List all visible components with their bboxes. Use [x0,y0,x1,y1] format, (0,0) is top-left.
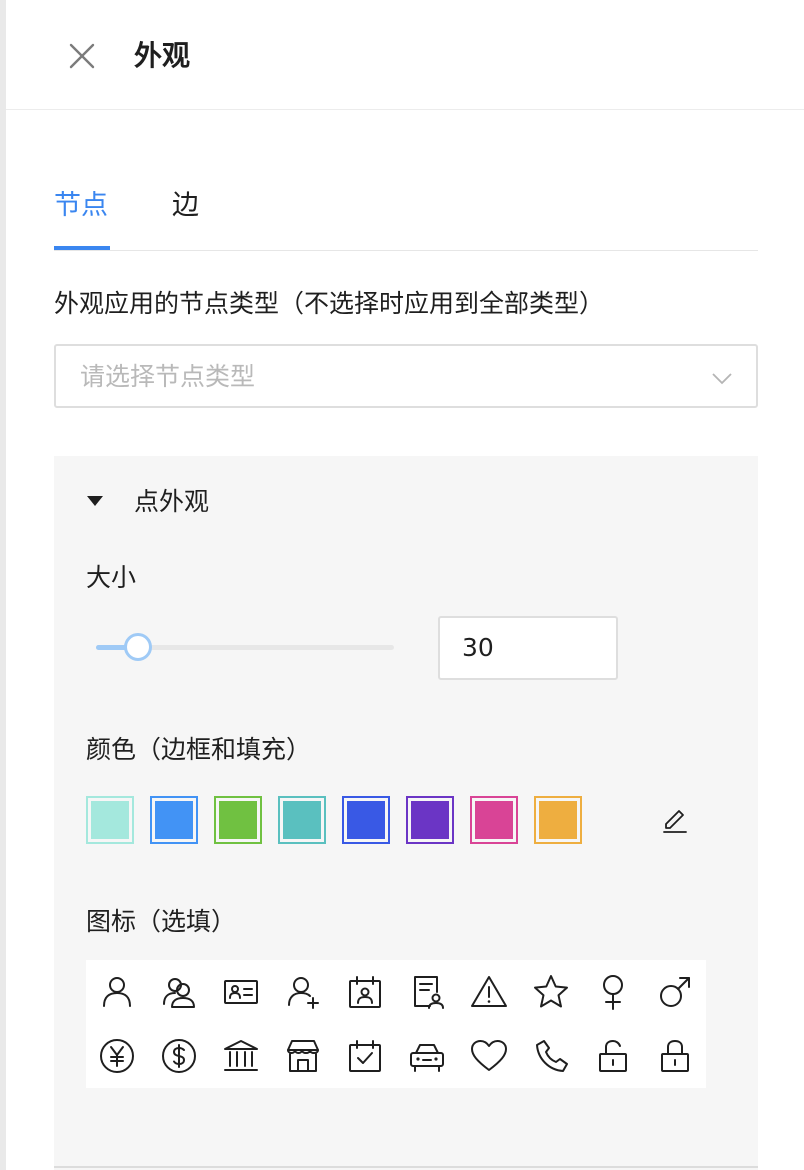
user-group-icon [163,978,195,1008]
document-user-icon [414,976,444,1009]
color-swatch-fill [475,801,513,839]
size-slider[interactable] [96,632,394,662]
caret-down-icon[interactable] [86,492,104,510]
color-swatch[interactable] [150,796,198,844]
lock-icon [661,1040,689,1072]
icon-option[interactable] [210,1024,272,1088]
tab-node[interactable]: 节点 [54,186,108,226]
size-label: 大小 [86,563,137,592]
icon-option[interactable] [458,1024,520,1088]
car-icon [410,1044,444,1072]
icon-option[interactable] [86,960,148,1024]
active-tab-indicator [54,246,110,250]
node-type-select[interactable]: 请选择节点类型 [54,344,758,408]
unlock-icon [599,1040,627,1072]
icon-option[interactable] [334,1024,396,1088]
icon-option[interactable] [396,1024,458,1088]
icon-option[interactable] [272,1024,334,1088]
color-swatch-fill [347,801,385,839]
section-divider [54,1166,758,1168]
icon-option[interactable] [86,1024,148,1088]
tab-bar: 节点 边 [54,160,758,251]
slider-handle[interactable] [123,633,152,661]
user-icon [103,977,131,1007]
panel-title: 外观 [134,39,191,72]
warning-icon [471,976,507,1007]
node-type-placeholder: 请选择节点类型 [80,362,256,391]
icon-option[interactable] [520,1024,582,1088]
tab-edge[interactable]: 边 [172,186,199,226]
calendar-user-icon [349,976,381,1008]
color-swatch[interactable] [342,796,390,844]
node-type-label: 外观应用的节点类型（不选择时应用到全部类型） [54,289,605,318]
color-swatch[interactable] [534,796,582,844]
close-button[interactable] [64,38,100,74]
male-icon [660,977,690,1007]
icon-option[interactable] [644,1024,706,1088]
store-icon [287,1040,319,1072]
icon-option[interactable] [582,960,644,1024]
heart-icon [471,1040,507,1071]
id-card-icon [224,980,258,1004]
icon-option[interactable] [210,960,272,1024]
icon-option[interactable] [334,960,396,1024]
star-icon [534,975,568,1008]
icon-option[interactable] [458,960,520,1024]
female-icon [603,975,623,1010]
user-add-icon [288,977,319,1009]
icon-option[interactable] [396,960,458,1024]
edit-pencil-icon[interactable] [660,806,690,836]
calendar-check-icon [349,1040,381,1072]
chevron-down-icon [712,373,732,385]
icon-label: 图标（选填） [86,907,237,936]
section-title: 点外观 [134,487,210,516]
color-swatch[interactable] [86,796,134,844]
color-swatch-fill [411,801,449,839]
color-swatch-fill [283,801,321,839]
color-swatch-fill [539,801,577,839]
icon-option[interactable] [520,960,582,1024]
color-swatch[interactable] [214,796,262,844]
color-swatch[interactable] [406,796,454,844]
icon-option[interactable] [148,960,210,1024]
color-label: 颜色（边框和填充） [86,735,312,764]
dollar-coin-icon [162,1039,196,1073]
icon-grid [86,960,706,1088]
icon-option[interactable] [272,960,334,1024]
color-swatch[interactable] [278,796,326,844]
point-appearance-section: 点外观 大小 30 颜色（边框和填充） 图标（选填） [54,456,758,1170]
close-icon [69,43,95,69]
yen-coin-icon [100,1039,134,1073]
panel-header: 外观 [6,0,804,110]
icon-option[interactable] [644,960,706,1024]
bank-icon [224,1040,258,1071]
phone-icon [536,1040,568,1072]
appearance-panel: 外观 节点 边 外观应用的节点类型（不选择时应用到全部类型） 请选择节点类型 点… [6,0,804,1170]
size-input[interactable]: 30 [438,616,618,680]
color-swatch[interactable] [470,796,518,844]
color-swatch-fill [219,801,257,839]
color-swatch-fill [91,801,129,839]
icon-option[interactable] [148,1024,210,1088]
color-swatch-fill [155,801,193,839]
icon-option[interactable] [582,1024,644,1088]
